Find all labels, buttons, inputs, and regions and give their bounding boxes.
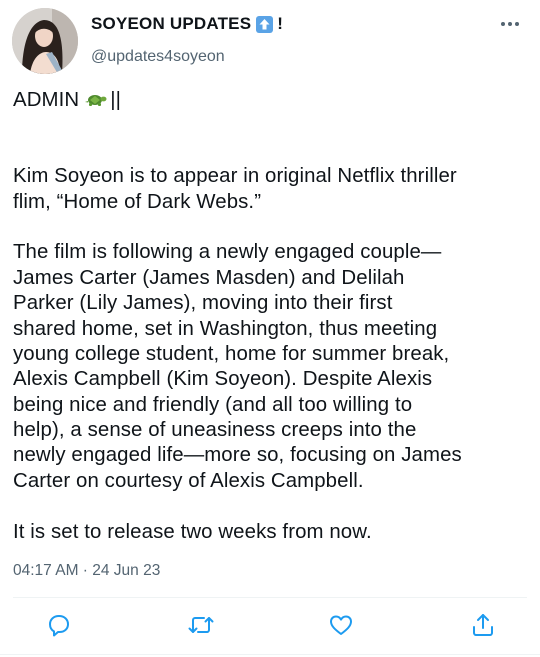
- bottom-divider: [0, 654, 540, 655]
- avatar[interactable]: [12, 8, 78, 74]
- share-icon: [473, 614, 493, 636]
- admin-line: ADMIN ||: [13, 88, 533, 113]
- avatar-photo: [12, 8, 78, 74]
- divider: [13, 597, 527, 598]
- retweet-icon: [188, 617, 214, 633]
- admin-label: ADMIN: [13, 89, 80, 111]
- like-button[interactable]: [328, 612, 354, 638]
- admin-suffix: ||: [110, 89, 121, 111]
- reply-button[interactable]: [46, 612, 72, 638]
- heart-icon: [330, 615, 352, 635]
- action-bar: [0, 612, 540, 642]
- tweet-text: ADMIN || Kim Soyeon is to appear in orig…: [13, 88, 533, 545]
- body-line: newly engaged life—more so, focusing on …: [13, 444, 462, 467]
- body-line: being nice and friendly (and all too wil…: [13, 393, 413, 416]
- display-name-suffix: !: [277, 14, 284, 33]
- share-button[interactable]: [470, 612, 496, 638]
- body-line: Alexis Campbell (Kim Soyeon). Despite Al…: [13, 368, 433, 391]
- body-line: flim, “Home of Dark Webs.”: [13, 190, 262, 213]
- display-name-text: SOYEON UPDATES: [91, 14, 252, 33]
- retweet-button[interactable]: [187, 612, 215, 638]
- body-line: James Carter (James Masden) and Delilah: [13, 266, 405, 289]
- up-arrow-emoji-icon: [256, 15, 274, 33]
- body-line: young college student, home for summer b…: [13, 342, 450, 365]
- user-handle[interactable]: @updates4soyeon: [91, 48, 225, 66]
- body-line: Parker (Lily James), moving into their f…: [13, 292, 393, 315]
- body-line: help), a sense of uneasiness creeps into…: [13, 419, 417, 442]
- body-line: It is set to release two weeks from now.: [13, 520, 372, 543]
- body-line: Kim Soyeon is to appear in original Netf…: [13, 165, 457, 188]
- reply-icon: [49, 615, 69, 637]
- body-line: Carter on courtesy of Alexis Campbell.: [13, 469, 364, 492]
- display-name[interactable]: SOYEON UPDATES !: [91, 14, 283, 34]
- body-line: shared home, set in Washington, thus mee…: [13, 317, 438, 340]
- more-options-icon[interactable]: [500, 20, 520, 28]
- turtle-emoji-icon: [85, 90, 107, 115]
- body-line: The film is following a newly engaged co…: [13, 241, 442, 264]
- tweet-timestamp[interactable]: 04:17 AM · 24 Jun 23: [13, 562, 160, 580]
